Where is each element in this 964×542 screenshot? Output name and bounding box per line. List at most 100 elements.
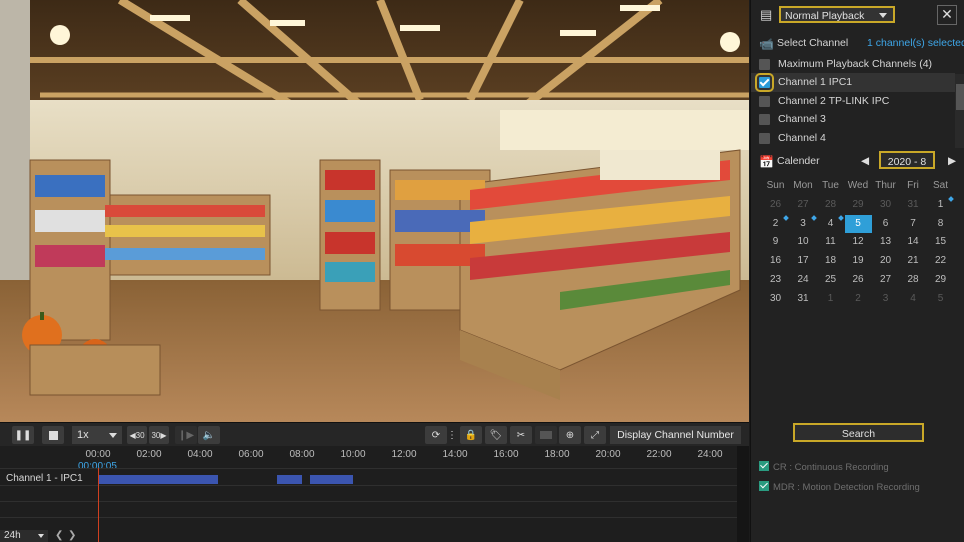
calendar-day[interactable]: 28	[817, 196, 844, 214]
calendar-day[interactable]: 27	[872, 271, 899, 289]
channel-item[interactable]: Maximum Playback Channels (4)	[751, 55, 955, 74]
more-icon[interactable]: ⋮	[447, 426, 457, 444]
lock-icon: 🔒	[464, 429, 478, 441]
calendar-day[interactable]: 3	[790, 214, 817, 233]
recording-segment[interactable]	[276, 475, 302, 484]
timeline-tick: 06:00	[238, 449, 264, 460]
calendar-day[interactable]: 5	[844, 214, 872, 233]
playhead[interactable]	[98, 468, 99, 542]
legend-cr[interactable]: CR : Continuous Recording	[759, 461, 889, 473]
calendar-day[interactable]: 5	[927, 290, 954, 308]
calendar-day[interactable]: 2	[845, 290, 872, 308]
calendar-day[interactable]: 10	[790, 233, 817, 251]
calendar-day[interactable]: 30	[872, 196, 899, 214]
calendar-day[interactable]: 25	[817, 271, 844, 289]
clip-button[interactable]: ✂	[510, 426, 532, 444]
calendar-day[interactable]: 16	[762, 252, 789, 270]
channel-checkbox[interactable]	[759, 59, 770, 70]
zoom-button[interactable]: ⊕	[559, 426, 581, 444]
calendar-day[interactable]: 21	[900, 252, 927, 270]
video-playback-view[interactable]	[0, 0, 749, 422]
calendar-day[interactable]: 29	[845, 196, 872, 214]
calendar-day[interactable]: 6	[872, 215, 899, 233]
calendar-day[interactable]: 27	[790, 196, 817, 214]
calendar-day[interactable]: 20	[872, 252, 899, 270]
calendar-day-number: 30	[879, 198, 892, 210]
channel-item[interactable]: Channel 4	[751, 129, 955, 148]
display-channel-number-button[interactable]: Display Channel Number	[610, 426, 741, 444]
channel-checkbox[interactable]	[755, 73, 774, 92]
recording-segment[interactable]	[98, 475, 218, 484]
timeline-range-select[interactable]: 24h	[0, 530, 48, 542]
channel-label: Channel 4	[778, 132, 826, 144]
calendar-day[interactable]: 12	[845, 233, 872, 251]
snapshot-button[interactable]	[535, 426, 557, 444]
timeline-tick: 00:00	[85, 449, 111, 460]
calendar-day[interactable]: 1	[927, 195, 954, 214]
calendar-day[interactable]: 23	[762, 271, 789, 289]
timeline[interactable]: 00:00 02:00 04:00 06:00 08:00 10:00 12:00 14:00…	[0, 446, 737, 542]
calendar-day-number: 17	[797, 255, 809, 267]
calendar-day[interactable]: 31	[790, 290, 817, 308]
year-month-display[interactable]: 2020 - 8	[879, 151, 935, 169]
fullscreen-button[interactable]: ⤢	[584, 426, 606, 444]
scissors-icon: ✂	[516, 429, 526, 441]
calendar-day[interactable]: 13	[872, 233, 899, 251]
calendar-day[interactable]: 17	[790, 252, 817, 270]
frame-step-button[interactable]: ❙▶	[175, 426, 197, 444]
prev-month-icon[interactable]: ◀	[861, 155, 869, 167]
calendar-day[interactable]: 2	[762, 214, 789, 233]
lock-button[interactable]: 🔒	[460, 426, 482, 444]
volume-button[interactable]: 🔈	[198, 426, 220, 444]
tag-button[interactable]: 🏷	[485, 426, 507, 444]
speed-select[interactable]: 1x	[72, 426, 122, 444]
calendar-day[interactable]: 30	[762, 290, 789, 308]
channel-list-scrollbar[interactable]	[955, 74, 964, 148]
calendar-label: Calender	[777, 155, 820, 167]
skip-back-button[interactable]: ◀ 30	[127, 426, 147, 444]
recording-segment[interactable]	[309, 475, 353, 484]
calendar-day[interactable]: 1	[817, 290, 844, 308]
playback-mode-select[interactable]: Normal Playback	[779, 6, 895, 23]
calendar-day[interactable]: 7	[900, 215, 927, 233]
calendar-day[interactable]: 3	[872, 290, 899, 308]
calendar-day[interactable]: 9	[762, 233, 789, 251]
calendar-day[interactable]: 4	[817, 214, 844, 233]
timeline-next-icon[interactable]: ❯	[68, 530, 76, 541]
calendar-day[interactable]: 18	[817, 252, 844, 270]
sync-button[interactable]: ⟳	[425, 426, 447, 444]
close-button[interactable]: ✕	[937, 5, 957, 25]
calendar-day[interactable]: 19	[845, 252, 872, 270]
stop-button[interactable]	[42, 426, 64, 444]
legend-mdr[interactable]: MDR : Motion Detection Recording	[759, 481, 920, 493]
calendar-day[interactable]: 15	[927, 233, 954, 251]
timeline-prev-icon[interactable]: ❮	[55, 530, 63, 541]
channel-item[interactable]: Channel 1 IPC1	[751, 73, 955, 92]
calendar-day[interactable]: 4	[900, 290, 927, 308]
channel-checkbox[interactable]	[759, 133, 770, 144]
next-month-icon[interactable]: ▶	[948, 155, 956, 167]
skip-forward-button[interactable]: 30 ▶	[149, 426, 169, 444]
calendar-day-number: 16	[769, 255, 782, 267]
stop-icon	[48, 430, 58, 440]
channel-checkbox[interactable]	[759, 96, 770, 107]
calendar-day[interactable]: 31	[900, 196, 927, 214]
calendar-day[interactable]: 26	[845, 271, 872, 289]
scrollbar-thumb[interactable]	[956, 84, 964, 110]
calendar-day[interactable]: 22	[927, 252, 954, 270]
calendar-day[interactable]: 8	[927, 215, 954, 233]
calendar-day[interactable]: 24	[790, 271, 817, 289]
calendar-day[interactable]: 28	[900, 271, 927, 289]
channel-item[interactable]: Channel 2 TP-LINK IPC	[751, 92, 955, 111]
timeline-scrollbar[interactable]	[737, 446, 749, 542]
calendar-day[interactable]: 29	[927, 271, 954, 289]
calendar-day[interactable]: 26	[762, 196, 789, 214]
calendar-day[interactable]: 14	[900, 233, 927, 251]
channel-checkbox[interactable]	[759, 114, 770, 125]
forward-icon: ▶	[160, 430, 167, 440]
pause-button[interactable]: ❚❚	[12, 426, 34, 444]
calendar-day-number: 24	[797, 274, 809, 285]
search-button[interactable]: Search	[793, 423, 924, 442]
calendar-day[interactable]: 11	[817, 233, 844, 251]
channel-item[interactable]: Channel 3	[751, 110, 955, 129]
